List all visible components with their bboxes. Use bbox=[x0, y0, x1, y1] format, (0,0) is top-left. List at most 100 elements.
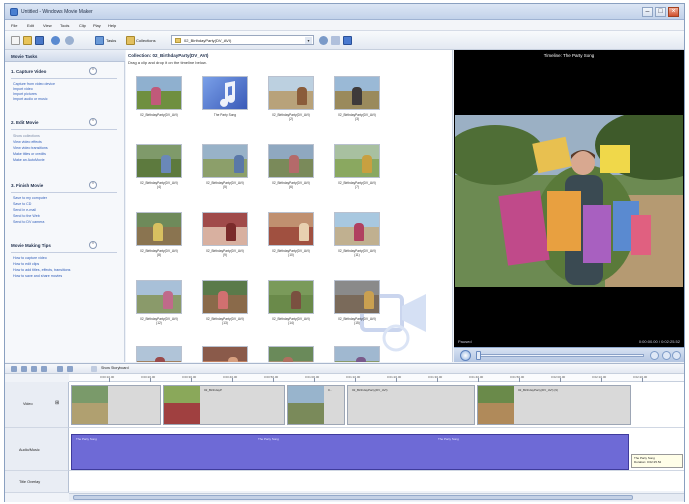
menu-file[interactable]: File bbox=[11, 23, 17, 28]
video-clip-thumbnail[interactable] bbox=[136, 76, 182, 110]
video-clip-thumbnail[interactable] bbox=[334, 144, 380, 178]
audio-file-thumbnail[interactable] bbox=[202, 76, 248, 110]
video-clip-thumbnail[interactable] bbox=[268, 212, 314, 246]
maximize-button[interactable]: □ bbox=[655, 7, 666, 17]
task-link[interactable]: Make titles or credits bbox=[13, 152, 46, 156]
up-one-level-icon[interactable] bbox=[319, 36, 328, 45]
rewind-timeline-icon[interactable] bbox=[57, 366, 63, 372]
video-clip-thumbnail[interactable] bbox=[268, 144, 314, 178]
redo-icon[interactable] bbox=[65, 36, 74, 45]
video-clip[interactable]: 02_BirthdayParty(DV_AVI) (9) bbox=[477, 385, 631, 425]
task-link[interactable]: Send to the Web bbox=[13, 214, 40, 218]
menu-tools[interactable]: Tools bbox=[60, 23, 69, 28]
menu-edit[interactable]: Edit bbox=[27, 23, 34, 28]
menu-clip[interactable]: Clip bbox=[79, 23, 86, 28]
audio-clip[interactable]: The Party Song The Party Song The Party … bbox=[71, 434, 629, 470]
scrollbar-thumb[interactable] bbox=[73, 495, 633, 500]
open-project-icon[interactable] bbox=[23, 36, 32, 45]
fullscreen-icon[interactable] bbox=[672, 351, 681, 360]
storyboard-icon[interactable] bbox=[91, 366, 97, 372]
task-link[interactable]: How to add titles, effects, transitions bbox=[13, 268, 70, 272]
new-collection-folder-icon[interactable] bbox=[331, 36, 340, 45]
minimize-button[interactable]: – bbox=[642, 7, 653, 17]
new-project-icon[interactable] bbox=[11, 36, 20, 45]
tasks-button[interactable]: Tasks bbox=[106, 38, 116, 43]
audio-track-header[interactable]: Audio/Music bbox=[5, 428, 69, 471]
video-clip[interactable]: 0... bbox=[287, 385, 345, 425]
video-track[interactable]: 02_BirthdayP 0... 02_BirthdayParty(DV_AVI)… bbox=[69, 382, 684, 428]
video-clip-thumbnail[interactable] bbox=[268, 76, 314, 110]
collections-icon[interactable] bbox=[126, 36, 135, 45]
views-icon[interactable] bbox=[343, 36, 352, 45]
task-link[interactable]: Import pictures bbox=[13, 92, 37, 96]
menu-help[interactable]: Help bbox=[108, 23, 116, 28]
collapse-icon[interactable]: ⌃ bbox=[89, 118, 97, 126]
title-overlay-track[interactable] bbox=[69, 471, 684, 491]
task-link[interactable]: View video transitions bbox=[13, 146, 48, 150]
collection-select[interactable]: 02_BirthdayParty(DV_AVI) ▾ bbox=[171, 35, 314, 45]
zoom-out-icon[interactable] bbox=[41, 366, 47, 372]
audio-track[interactable]: The Party Song The Party Song The Party … bbox=[69, 428, 684, 471]
task-link[interactable]: Save to my computer bbox=[13, 196, 47, 200]
seek-handle[interactable] bbox=[476, 351, 481, 360]
collapse-icon[interactable]: ⌃ bbox=[89, 241, 97, 249]
seek-bar[interactable] bbox=[476, 354, 644, 357]
task-link[interactable]: Send to DV camera bbox=[13, 220, 44, 224]
video-clip-thumbnail[interactable] bbox=[136, 346, 182, 362]
narrate-timeline-icon[interactable] bbox=[21, 366, 27, 372]
video-clip-thumbnail[interactable] bbox=[136, 144, 182, 178]
video-clip-thumbnail[interactable] bbox=[268, 280, 314, 314]
menu-play[interactable]: Play bbox=[93, 23, 101, 28]
task-link[interactable]: Save to CD bbox=[13, 202, 31, 206]
take-picture-icon[interactable] bbox=[662, 351, 671, 360]
undo-icon[interactable] bbox=[51, 36, 60, 45]
play-timeline-icon[interactable] bbox=[67, 366, 73, 372]
video-clip-thumbnail[interactable] bbox=[334, 212, 380, 246]
menu-view[interactable]: View bbox=[43, 23, 52, 28]
section-finish-movie[interactable]: 3. Finish Movie bbox=[11, 183, 43, 188]
video-clip-thumbnail[interactable] bbox=[334, 76, 380, 110]
task-link[interactable]: How to save and share movies bbox=[13, 274, 62, 278]
task-link[interactable]: Import audio or music bbox=[13, 97, 48, 101]
title-track-header[interactable]: Title Overlay bbox=[5, 471, 69, 493]
task-link[interactable]: Send in e-mail bbox=[13, 208, 36, 212]
show-storyboard-button[interactable]: Show Storyboard bbox=[101, 366, 129, 370]
task-link[interactable]: View video effects bbox=[13, 140, 42, 144]
video-clip-thumbnail[interactable] bbox=[202, 280, 248, 314]
section-capture-video[interactable]: 1. Capture Video bbox=[11, 69, 46, 74]
video-clip-thumbnail[interactable] bbox=[136, 280, 182, 314]
section-edit-movie[interactable]: 2. Edit Movie bbox=[11, 120, 39, 125]
video-clip-thumbnail[interactable] bbox=[334, 346, 380, 362]
video-track-header[interactable]: Video ⊞ bbox=[5, 382, 69, 428]
video-clip-thumbnail[interactable] bbox=[202, 144, 248, 178]
chevron-down-icon[interactable]: ▾ bbox=[305, 37, 312, 44]
task-link[interactable]: Capture from video device bbox=[13, 82, 55, 86]
split-clip-icon[interactable] bbox=[650, 351, 659, 360]
save-project-icon[interactable] bbox=[35, 36, 44, 45]
collapse-icon[interactable]: ⌃ bbox=[89, 67, 97, 75]
task-link[interactable]: Show collections bbox=[13, 134, 40, 138]
task-link[interactable]: How to edit clips bbox=[13, 262, 39, 266]
time-ruler[interactable]: 0:00:10.00 0:00:20.00 0:00:30.00 0:00:40.00… bbox=[69, 374, 684, 382]
timeline-scrollbar[interactable] bbox=[69, 493, 684, 501]
video-clip-thumbnail[interactable] bbox=[334, 280, 380, 314]
video-clip[interactable] bbox=[71, 385, 161, 425]
task-link[interactable]: How to capture video bbox=[13, 256, 47, 260]
close-button[interactable]: × bbox=[668, 7, 679, 17]
video-clip-thumbnail[interactable] bbox=[202, 212, 248, 246]
video-clip-thumbnail[interactable] bbox=[202, 346, 248, 362]
video-clip[interactable]: 02_BirthdayP bbox=[163, 385, 285, 425]
section-movie-making-tips[interactable]: Movie Making Tips bbox=[11, 243, 51, 248]
video-clip-thumbnail[interactable] bbox=[268, 346, 314, 362]
play-button[interactable] bbox=[460, 350, 471, 361]
collapse-icon[interactable]: ⌃ bbox=[89, 181, 97, 189]
set-audio-levels-icon[interactable] bbox=[11, 366, 17, 372]
task-link[interactable]: Import video bbox=[13, 87, 33, 91]
tasks-icon[interactable] bbox=[95, 36, 104, 45]
video-clip-thumbnail[interactable] bbox=[136, 212, 182, 246]
zoom-in-icon[interactable] bbox=[31, 366, 37, 372]
expand-track-icon[interactable]: ⊞ bbox=[55, 400, 59, 406]
video-clip[interactable]: 02_BirthdayParty(DV_AVI) bbox=[347, 385, 475, 425]
collections-button[interactable]: Collections bbox=[136, 38, 156, 43]
task-link[interactable]: Make an AutoMovie bbox=[13, 158, 45, 162]
